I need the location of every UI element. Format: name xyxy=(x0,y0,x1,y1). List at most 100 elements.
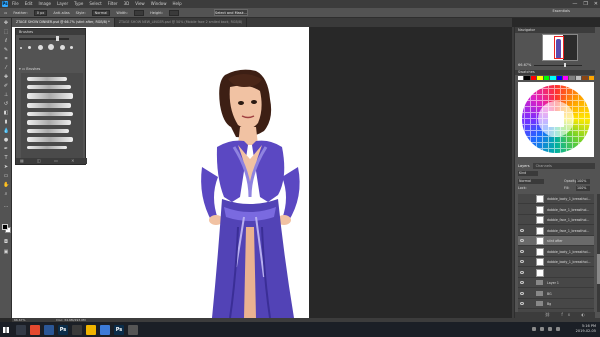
brush-tip-preset[interactable] xyxy=(48,44,54,50)
eraser-tool-icon[interactable]: ◧ xyxy=(3,111,9,116)
layer-visibility-eye-icon[interactable] xyxy=(520,249,524,253)
foreground-color-swatch[interactable] xyxy=(2,224,8,230)
tab-document-1[interactable]: ZTAGE SHOW DINNER.psd @ 66.7% (stint aft… xyxy=(12,18,115,27)
swatch[interactable] xyxy=(524,76,530,80)
brushes-folder[interactable]: ▾ ▭ Brushes xyxy=(19,67,83,72)
navigator-zoom-value[interactable]: 66.67% xyxy=(518,63,531,67)
brush-stroke-preview[interactable] xyxy=(27,137,73,142)
navigator-thumbnail[interactable] xyxy=(542,34,578,61)
taskbar-app-icon[interactable] xyxy=(86,324,96,335)
layer-row[interactable]: dobbie_body_1_breasthol... xyxy=(518,194,594,204)
windows-start-button[interactable] xyxy=(0,322,12,337)
taskbar-app-icon[interactable]: Ps xyxy=(58,324,68,335)
menu-image[interactable]: Image xyxy=(38,0,51,8)
menu-filter[interactable]: Filter xyxy=(108,0,118,8)
opacity-input[interactable]: 100% xyxy=(576,179,590,184)
menu-select[interactable]: Select xyxy=(89,0,101,8)
hand-tool-icon[interactable]: ✋ xyxy=(3,183,9,188)
brush-tip-preset[interactable] xyxy=(60,45,65,50)
swatch[interactable] xyxy=(562,76,569,80)
brush-tool-icon[interactable]: ✐ xyxy=(3,84,9,89)
move-tool-icon[interactable]: ✥ xyxy=(3,21,9,26)
close-button[interactable]: ✕ xyxy=(594,0,598,8)
layer-row[interactable]: Layer 1 xyxy=(518,278,594,288)
taskbar-app-icon[interactable] xyxy=(30,324,40,335)
swatch[interactable] xyxy=(569,76,575,80)
menu-file[interactable]: File xyxy=(12,0,19,8)
pen-tool-icon[interactable]: ✒ xyxy=(3,147,9,152)
menu-layer[interactable]: Layer xyxy=(57,0,68,8)
layer-row[interactable]: dobbie_face_1_breasthol... xyxy=(518,205,594,215)
quick-mask-icon[interactable]: ◘ xyxy=(3,240,9,245)
gradient-tool-icon[interactable]: ▮ xyxy=(3,120,9,125)
swatch[interactable] xyxy=(556,76,562,80)
swatch[interactable] xyxy=(518,76,524,80)
taskbar-app-icon[interactable] xyxy=(44,324,54,335)
navigator-zoom-slider[interactable] xyxy=(534,65,582,66)
brush-stroke-preview[interactable] xyxy=(27,129,69,133)
menu-view[interactable]: View xyxy=(135,0,145,8)
swatch[interactable] xyxy=(550,76,556,80)
brush-stroke-preview[interactable] xyxy=(27,103,71,108)
layer-visibility-eye-icon[interactable] xyxy=(520,281,524,284)
brush-tip-preset[interactable] xyxy=(70,46,73,49)
layer-row[interactable]: dobbie_face_1_breasthol... xyxy=(518,215,594,225)
tab-layers[interactable]: Layers xyxy=(515,163,533,169)
taskbar-app-icon[interactable] xyxy=(128,324,138,335)
layer-row[interactable]: dobbie_body_1_breasthol... xyxy=(518,247,594,257)
style-select[interactable]: Normal xyxy=(91,9,111,16)
crop-tool-icon[interactable]: ⌗ xyxy=(3,57,9,62)
antialias-checkbox[interactable]: Anti-alias xyxy=(53,11,69,15)
navigator-zoom-knob[interactable] xyxy=(564,63,566,67)
layers-list[interactable]: dobbie_body_1_breasthol... dobbie_face_1_… xyxy=(518,194,594,312)
menu-type[interactable]: Type xyxy=(74,0,83,8)
swatch[interactable] xyxy=(530,76,537,80)
zoom-tool-icon[interactable]: ⌕ xyxy=(3,192,9,197)
brush-stroke-preview[interactable] xyxy=(27,112,73,116)
clone-stamp-tool-icon[interactable]: ⊥ xyxy=(3,93,9,98)
eyedropper-tool-icon[interactable]: ⁄ xyxy=(3,66,9,71)
layer-filter-kind-select[interactable]: Kind xyxy=(518,171,538,176)
shape-tool-icon[interactable]: ▭ xyxy=(3,174,9,179)
brush-stroke-preview[interactable] xyxy=(27,120,71,125)
brush-stroke-list[interactable] xyxy=(21,73,83,158)
system-clock[interactable]: 5:16 PM 2019-02-05 xyxy=(576,324,596,334)
brush-stroke-preview[interactable] xyxy=(27,93,73,99)
tab-document-2[interactable]: ZTAGE SHOW NEW_LINGER.psd @ 50% (Mobile … xyxy=(115,18,248,27)
layer-row[interactable]: BG xyxy=(518,289,594,299)
feather-input[interactable]: 0 px xyxy=(33,9,48,16)
swatch[interactable] xyxy=(575,76,582,80)
canvas-area[interactable] xyxy=(12,27,512,318)
minimize-button[interactable]: — xyxy=(572,0,577,8)
layer-row[interactable]: stint after xyxy=(518,236,594,246)
menu-3d[interactable]: 3D xyxy=(124,0,130,8)
tray-icon[interactable] xyxy=(548,327,552,331)
blur-tool-icon[interactable]: 💧 xyxy=(3,129,9,134)
layer-row[interactable]: dobbie_face_1_breasthol... xyxy=(518,226,594,236)
layer-visibility-eye-icon[interactable] xyxy=(520,270,524,274)
layer-visibility-eye-icon[interactable] xyxy=(520,228,524,232)
brushes-footer-icons[interactable]: ▦ ◫ ▭ ✕ xyxy=(16,158,87,164)
marquee-tool-icon[interactable]: ▭ xyxy=(4,11,7,15)
tray-icon[interactable] xyxy=(556,327,560,331)
tab-channels[interactable]: Channels xyxy=(533,163,555,169)
layer-visibility-eye-icon[interactable] xyxy=(520,302,524,305)
quick-select-tool-icon[interactable]: ✎ xyxy=(3,48,9,53)
menu-edit[interactable]: Edit xyxy=(25,0,33,8)
path-select-tool-icon[interactable]: ➤ xyxy=(3,165,9,170)
history-brush-tool-icon[interactable]: ↺ xyxy=(3,102,9,107)
brush-tip-preset[interactable] xyxy=(38,45,43,50)
workspace-switcher[interactable]: Essentials xyxy=(552,9,570,13)
fill-input[interactable]: 100% xyxy=(576,186,590,191)
brush-stroke-preview[interactable] xyxy=(27,77,67,81)
navigator-view-box[interactable] xyxy=(554,36,564,59)
layer-visibility-eye-icon[interactable] xyxy=(520,239,524,242)
brush-tip-preset[interactable] xyxy=(28,46,31,49)
swatch[interactable] xyxy=(582,76,588,80)
swatch[interactable] xyxy=(588,76,595,80)
more-tools-icon[interactable]: … xyxy=(3,204,9,209)
lasso-tool-icon[interactable]: ℓ xyxy=(3,39,9,44)
layer-row[interactable] xyxy=(518,268,594,278)
menu-help[interactable]: Help xyxy=(172,0,181,8)
brush-size-slider[interactable] xyxy=(19,38,69,40)
